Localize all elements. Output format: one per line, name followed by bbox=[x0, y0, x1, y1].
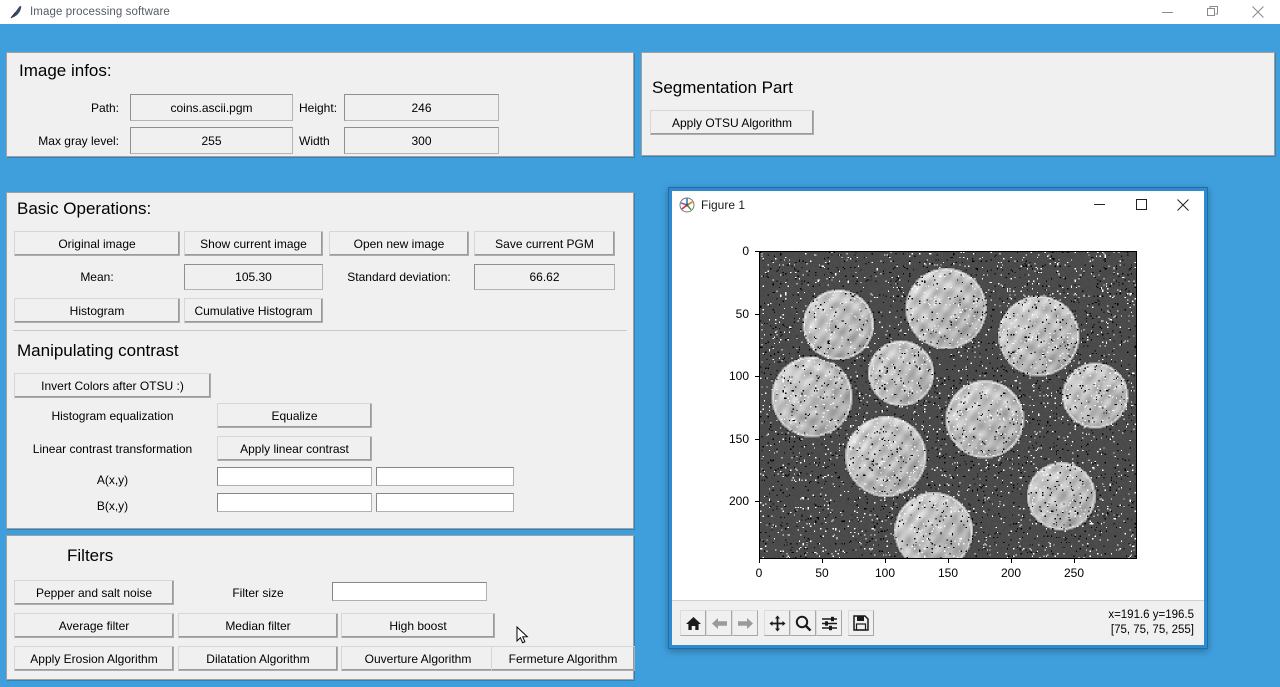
home-icon[interactable] bbox=[680, 610, 706, 636]
fermeture-button[interactable]: Fermeture Algorithm bbox=[491, 646, 635, 671]
basic-operations-heading: Basic Operations: bbox=[17, 199, 152, 218]
main-window-title: Image processing software bbox=[30, 6, 170, 18]
x-tick-mark bbox=[948, 559, 949, 563]
figure-close-button[interactable] bbox=[1162, 191, 1204, 218]
figure-title: Figure 1 bbox=[701, 198, 746, 212]
figure-titlebar: Figure 1 bbox=[672, 191, 1204, 220]
ouverture-button[interactable]: Ouverture Algorithm bbox=[341, 646, 495, 671]
save-current-pgm-button[interactable]: Save current PGM bbox=[474, 231, 615, 256]
mean-label: Mean: bbox=[80, 270, 114, 284]
sliders-configure-icon[interactable] bbox=[816, 610, 842, 636]
coordinate-rgba: [75, 75, 75, 255] bbox=[1110, 624, 1194, 636]
x-tick-mark bbox=[759, 559, 760, 563]
x-tick-label: 0 bbox=[755, 566, 763, 580]
pepper-salt-noise-button[interactable]: Pepper and salt noise bbox=[14, 580, 174, 605]
max-gray-label: Max gray level: bbox=[38, 134, 119, 148]
y-tick-label: 50 bbox=[735, 306, 749, 321]
figure-minimize-button[interactable] bbox=[1078, 191, 1120, 218]
main-titlebar: Image processing software bbox=[0, 0, 1280, 25]
coordinate-xy: x=191.6 y=196.5 bbox=[1108, 609, 1194, 621]
pan-move-icon[interactable] bbox=[764, 610, 790, 636]
apply-linear-contrast-button[interactable]: Apply linear contrast bbox=[217, 436, 372, 461]
y-tick-label: 0 bbox=[742, 244, 749, 258]
height-field[interactable]: 246 bbox=[344, 94, 499, 121]
contrast-heading: Manipulating contrast bbox=[17, 341, 179, 360]
image-infos-panel: Image infos: Path: coins.ascii.pgm Heigh… bbox=[6, 52, 634, 157]
x-tick-label: 200 bbox=[1000, 566, 1022, 580]
filter-size-label: Filter size bbox=[232, 586, 284, 600]
figure-window-body: Figure 1 0 50 100 150 200 0 50 100 150 2… bbox=[672, 191, 1204, 645]
x-tick-label: 50 bbox=[815, 566, 829, 580]
cumulative-histogram-button[interactable]: Cumulative Histogram bbox=[184, 298, 323, 323]
x-tick-label: 250 bbox=[1063, 566, 1085, 580]
x-tick-label: 100 bbox=[874, 566, 896, 580]
image-axes[interactable] bbox=[759, 251, 1137, 559]
y-tick-label: 100 bbox=[728, 369, 749, 384]
coordinate-status: x=191.6 y=196.5 [75, 75, 75, 255] bbox=[1060, 607, 1194, 639]
b-xy-label: B(x,y) bbox=[96, 499, 129, 513]
a-xy-input-2[interactable] bbox=[376, 467, 514, 486]
section-divider bbox=[13, 330, 627, 331]
b-xy-input-1[interactable] bbox=[217, 493, 372, 512]
forward-arrow-icon[interactable] bbox=[732, 610, 758, 636]
segmentation-heading: Segmentation Part bbox=[652, 78, 793, 97]
histogram-equalization-label: Histogram equalization bbox=[51, 409, 174, 423]
max-gray-field[interactable]: 255 bbox=[130, 127, 293, 154]
figure-navigation-toolbar: x=191.6 y=196.5 [75, 75, 75, 255] bbox=[672, 600, 1204, 645]
apply-erosion-button[interactable]: Apply Erosion Algorithm bbox=[14, 646, 174, 671]
x-tick-mark bbox=[822, 559, 823, 563]
figure-window: Figure 1 0 50 100 150 200 0 50 100 150 2… bbox=[668, 187, 1208, 649]
width-field[interactable]: 300 bbox=[344, 127, 499, 154]
equalize-button[interactable]: Equalize bbox=[217, 403, 372, 428]
std-deviation-field[interactable]: 66.62 bbox=[474, 264, 615, 290]
feather-icon bbox=[8, 4, 24, 20]
a-xy-label: A(x,y) bbox=[96, 473, 129, 487]
a-xy-input-1[interactable] bbox=[217, 467, 372, 486]
figure-canvas: 0 50 100 150 200 0 50 100 150 200 250 bbox=[672, 220, 1204, 601]
original-image-button[interactable]: Original image bbox=[14, 231, 180, 256]
segmentation-panel: Segmentation Part Apply OTSU Algorithm bbox=[641, 52, 1275, 156]
histogram-button[interactable]: Histogram bbox=[14, 298, 180, 323]
basic-operations-panel: Basic Operations: Original image Show cu… bbox=[6, 192, 634, 529]
minimize-button[interactable] bbox=[1145, 0, 1190, 24]
std-deviation-label: Standard deviation: bbox=[347, 270, 451, 284]
y-tick-label: 200 bbox=[728, 494, 749, 509]
average-filter-button[interactable]: Average filter bbox=[14, 613, 174, 638]
show-current-image-button[interactable]: Show current image bbox=[184, 231, 323, 256]
restore-button[interactable] bbox=[1190, 0, 1235, 24]
y-tick-label: 150 bbox=[728, 431, 749, 446]
median-filter-button[interactable]: Median filter bbox=[178, 613, 338, 638]
x-tick-mark bbox=[1074, 559, 1075, 563]
figure-maximize-button[interactable] bbox=[1120, 191, 1162, 218]
path-label: Path: bbox=[90, 101, 119, 115]
x-tick-label: 150 bbox=[937, 566, 959, 580]
open-new-image-button[interactable]: Open new image bbox=[329, 231, 469, 256]
filter-size-input[interactable] bbox=[332, 582, 487, 601]
matplotlib-icon bbox=[679, 197, 695, 213]
high-boost-button[interactable]: High boost bbox=[341, 613, 495, 638]
mean-field[interactable]: 105.30 bbox=[184, 264, 323, 290]
save-floppy-icon[interactable] bbox=[848, 610, 874, 636]
zoom-magnifier-icon[interactable] bbox=[790, 610, 816, 636]
dilatation-button[interactable]: Dilatation Algorithm bbox=[178, 646, 338, 671]
invert-colors-button[interactable]: Invert Colors after OTSU :) bbox=[14, 373, 211, 398]
x-tick-mark bbox=[885, 559, 886, 563]
close-button[interactable] bbox=[1235, 0, 1280, 24]
x-tick-mark bbox=[1011, 559, 1012, 563]
apply-otsu-button[interactable]: Apply OTSU Algorithm bbox=[650, 110, 814, 135]
image-infos-heading: Image infos: bbox=[19, 61, 112, 80]
back-arrow-icon[interactable] bbox=[706, 610, 732, 636]
linear-contrast-label: Linear contrast transformation bbox=[32, 442, 193, 456]
b-xy-input-2[interactable] bbox=[376, 493, 514, 512]
filters-heading: Filters bbox=[67, 546, 114, 565]
filters-panel: Filters Pepper and salt noise Filter siz… bbox=[6, 535, 635, 680]
path-field[interactable]: coins.ascii.pgm bbox=[130, 94, 293, 121]
